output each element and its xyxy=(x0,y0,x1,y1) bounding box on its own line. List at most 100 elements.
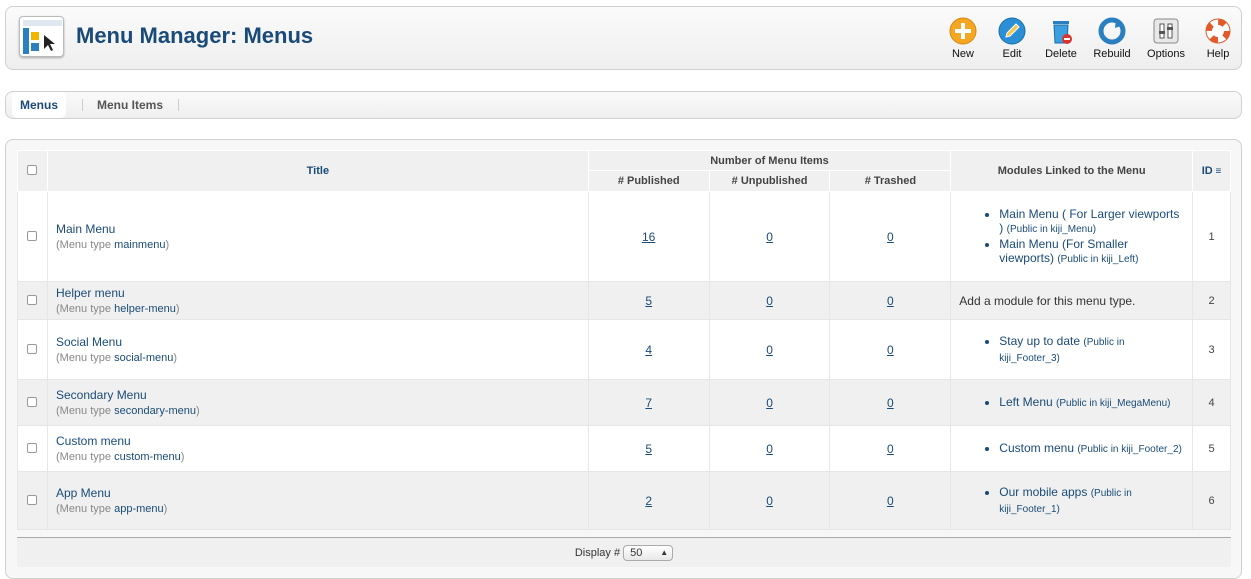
menu-title-link[interactable]: Main Menu xyxy=(56,222,580,236)
module-link[interactable]: Left Menu xyxy=(999,395,1052,409)
row-checkbox[interactable] xyxy=(27,442,38,453)
row-checkbox[interactable] xyxy=(27,396,38,407)
published-count-link[interactable]: 2 xyxy=(645,494,652,508)
options-label: Options xyxy=(1147,48,1185,60)
linked-module-item: Our mobile apps (Public in kiji_Footer_1… xyxy=(999,485,1184,517)
published-count-link[interactable]: 7 xyxy=(645,396,652,410)
edit-label: Edit xyxy=(1002,48,1022,60)
title-cell: Custom menu (Menu type custom-menu) xyxy=(46,425,589,472)
linked-module-item: Stay up to date (Public in kiji_Footer_3… xyxy=(999,334,1184,366)
title-header[interactable]: Title xyxy=(46,150,589,192)
id-cell: 3 xyxy=(1192,319,1231,380)
modules-cell: Main Menu ( For Larger viewports ) (Publ… xyxy=(950,191,1193,282)
published-cell: 16 xyxy=(587,191,710,282)
row-checkbox[interactable] xyxy=(27,230,38,241)
linked-modules-list: Custom menu (Public in kiji_Footer_2) xyxy=(959,441,1184,457)
trashed-count-link[interactable]: 0 xyxy=(887,343,894,357)
page-title: Menu Manager: Menus xyxy=(76,23,314,48)
modules-cell: Left Menu (Public in kiji_MegaMenu) xyxy=(950,379,1193,426)
select-arrows-icon: ▲ xyxy=(660,548,669,558)
published-count-link[interactable]: 4 xyxy=(645,343,652,357)
id-cell: 6 xyxy=(1192,471,1231,530)
trashed-count-link[interactable]: 0 xyxy=(887,294,894,308)
title-cell: App Menu (Menu type app-menu) xyxy=(46,471,589,530)
menu-type-prefix: Menu type xyxy=(59,503,112,515)
linked-module-item: Main Menu ( For Larger viewports ) (Publ… xyxy=(999,207,1184,237)
add-module-link[interactable]: Add a module for this menu type. xyxy=(959,294,1135,308)
published-cell: 7 xyxy=(587,379,710,426)
row-checkbox[interactable] xyxy=(27,294,38,305)
rebuild-button[interactable]: Rebuild xyxy=(1087,17,1137,67)
tab-divider xyxy=(82,99,83,111)
menu-type-prefix: Menu type xyxy=(59,239,112,251)
new-button[interactable]: New xyxy=(938,17,988,67)
id-cell: 5 xyxy=(1192,425,1231,472)
published-count-link[interactable]: 5 xyxy=(645,294,652,308)
trashed-count-link[interactable]: 0 xyxy=(887,230,894,244)
module-position-note: (Public in kiji_Footer_2) xyxy=(1077,443,1182,455)
modules-cell: Add a module for this menu type. xyxy=(950,281,1193,320)
row-select-cell xyxy=(17,379,48,426)
lifebuoy-icon xyxy=(1205,18,1231,44)
module-link[interactable]: Custom menu xyxy=(999,441,1074,455)
menu-title-link[interactable]: Custom menu xyxy=(56,434,580,448)
row-select-cell xyxy=(17,281,48,320)
table-row: Main Menu (Menu type mainmenu) 16 0 0 Main Me… xyxy=(17,191,1231,282)
published-cell: 5 xyxy=(587,281,710,320)
delete-button[interactable]: Delete xyxy=(1036,17,1086,67)
toolbar-header: Menu Manager: Menus New Edit Delete Rebu… xyxy=(5,6,1242,70)
refresh-icon xyxy=(1098,17,1126,45)
menu-title-link[interactable]: Helper menu xyxy=(56,286,580,300)
id-header[interactable]: ID ≡ xyxy=(1192,150,1231,192)
menu-type-value: helper-menu xyxy=(114,303,176,315)
menus-table: Title Number of Menu Items Modules Linke… xyxy=(17,150,1231,530)
id-cell: 1 xyxy=(1192,191,1231,282)
published-cell: 5 xyxy=(587,425,710,472)
unpublished-count-link[interactable]: 0 xyxy=(766,494,773,508)
published-count-link[interactable]: 5 xyxy=(645,442,652,456)
tab-menus[interactable]: Menus xyxy=(12,92,67,118)
module-position-note: (Public in kiji_MegaMenu) xyxy=(1056,397,1171,409)
select-all-checkbox[interactable] xyxy=(27,164,38,175)
title-cell: Helper menu (Menu type helper-menu) xyxy=(46,281,589,320)
menu-title-link[interactable]: Secondary Menu xyxy=(56,388,580,402)
trashed-header: # Trashed xyxy=(829,170,952,192)
menu-title-link[interactable]: App Menu xyxy=(56,486,580,500)
delete-label: Delete xyxy=(1045,48,1077,60)
table-row: Secondary Menu (Menu type secondary-menu)… xyxy=(17,379,1231,426)
unpublished-count-link[interactable]: 0 xyxy=(766,442,773,456)
id-cell: 4 xyxy=(1192,379,1231,426)
modules-header: Modules Linked to the Menu xyxy=(950,150,1193,192)
published-header: # Published xyxy=(587,170,710,192)
help-button[interactable]: Help xyxy=(1193,17,1243,67)
module-link[interactable]: Stay up to date xyxy=(999,334,1080,348)
options-button[interactable]: Options xyxy=(1141,17,1191,67)
trashed-count-link[interactable]: 0 xyxy=(887,494,894,508)
trashed-count-link[interactable]: 0 xyxy=(887,442,894,456)
published-count-link[interactable]: 16 xyxy=(642,230,655,244)
trashed-count-link[interactable]: 0 xyxy=(887,396,894,410)
modules-cell: Custom menu (Public in kiji_Footer_2) xyxy=(950,425,1193,472)
trashed-cell: 0 xyxy=(829,319,952,380)
unpublished-count-link[interactable]: 0 xyxy=(766,396,773,410)
linked-modules-list: Main Menu ( For Larger viewports ) (Publ… xyxy=(959,207,1184,267)
module-link[interactable]: Our mobile apps xyxy=(999,485,1087,499)
unpublished-count-link[interactable]: 0 xyxy=(766,294,773,308)
display-limit-select[interactable]: 50 ▲ xyxy=(623,545,674,562)
unpublished-count-link[interactable]: 0 xyxy=(766,343,773,357)
unpublished-header: # Unpublished xyxy=(708,170,831,192)
edit-button[interactable]: Edit xyxy=(987,17,1037,67)
number-of-items-header: Number of Menu Items xyxy=(587,150,952,171)
display-limit-value: 50 xyxy=(630,547,643,560)
unpublished-count-link[interactable]: 0 xyxy=(766,230,773,244)
row-checkbox[interactable] xyxy=(27,343,38,354)
menu-type-info: (Menu type mainmenu) xyxy=(55,239,170,251)
menu-title-link[interactable]: Social Menu xyxy=(56,335,580,349)
tab-menu-items[interactable]: Menu Items xyxy=(97,92,163,118)
display-label: Display # xyxy=(574,547,621,559)
unpublished-cell: 0 xyxy=(708,191,831,282)
options-icon xyxy=(1153,18,1179,44)
row-checkbox[interactable] xyxy=(27,494,38,505)
table-row: Custom menu (Menu type custom-menu) 5 0 0 Cus… xyxy=(17,425,1231,472)
linked-modules-list: Our mobile apps (Public in kiji_Footer_1… xyxy=(959,485,1184,517)
